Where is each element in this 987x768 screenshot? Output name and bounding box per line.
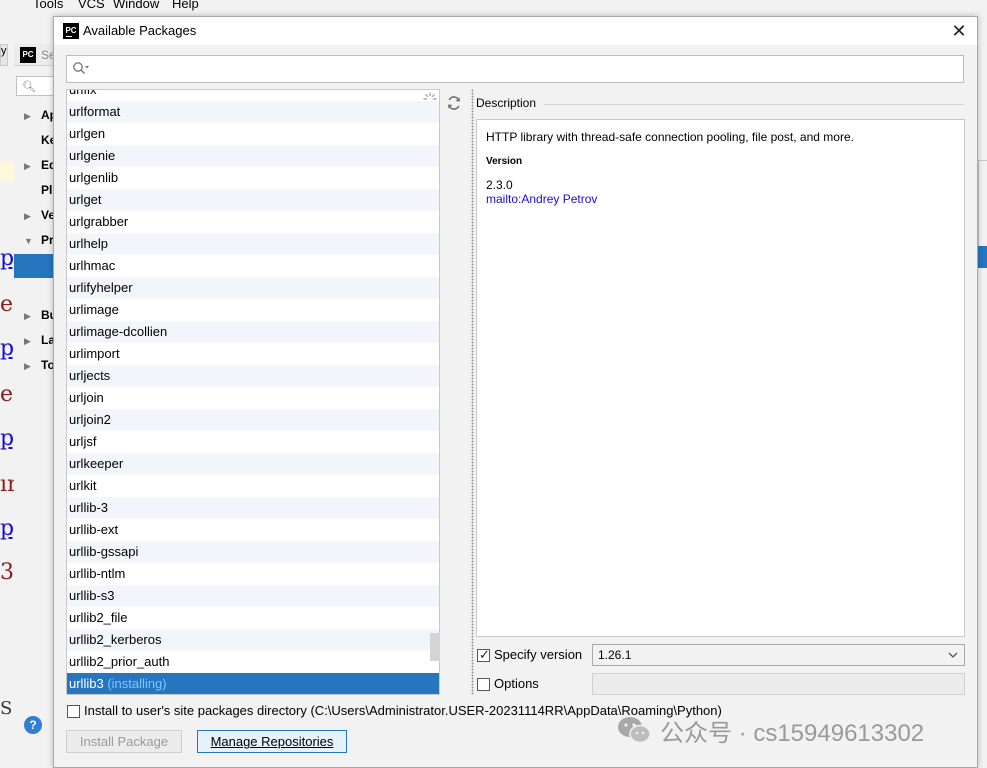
- editor-code-fragment: S: [0, 698, 13, 719]
- refresh-icon[interactable]: [446, 95, 462, 111]
- editor-code-fragment: e: [0, 292, 14, 317]
- version-heading: Version: [486, 156, 523, 167]
- author-link[interactable]: mailto:Andrey Petrov: [486, 192, 597, 206]
- editor-code-fragment: ır: [0, 472, 14, 497]
- options-label: Options: [494, 676, 539, 691]
- chevron-down-icon[interactable]: ▼: [24, 236, 33, 246]
- package-row[interactable]: urllib2_kerberos: [67, 629, 439, 651]
- description-separator: [544, 104, 964, 105]
- description-panel: HTTP library with thread-safe connection…: [476, 119, 965, 637]
- package-row[interactable]: urlimage-dcollien: [67, 321, 439, 343]
- package-row[interactable]: urllib-gssapi: [67, 541, 439, 563]
- list-toolbar: [442, 89, 470, 695]
- package-row-selected[interactable]: urllib3 (installing): [67, 673, 439, 694]
- menu-help[interactable]: Help: [172, 0, 199, 11]
- chevron-right-icon[interactable]: ▶: [24, 111, 31, 122]
- package-search-box: [66, 55, 964, 83]
- install-status: (installing): [107, 676, 167, 691]
- package-name: urllib3: [69, 676, 104, 691]
- help-icon[interactable]: ?: [24, 716, 42, 734]
- latest-version: 2.3.0: [486, 178, 513, 192]
- settings-tree-selection: [14, 254, 54, 278]
- package-row[interactable]: urllib-ext: [67, 519, 439, 541]
- package-row[interactable]: urlgrabber: [67, 211, 439, 233]
- install-package-button[interactable]: Install Package: [66, 730, 182, 753]
- package-row[interactable]: urllib-s3: [67, 585, 439, 607]
- package-row[interactable]: urlifyhelper: [67, 277, 439, 299]
- ide-menubar: Tools VCS Window Help: [0, 0, 987, 12]
- package-row[interactable]: urljsf: [67, 431, 439, 453]
- menu-window[interactable]: Window: [113, 0, 159, 11]
- package-row[interactable]: urlgen: [67, 123, 439, 145]
- menu-tools[interactable]: Tools: [33, 0, 63, 11]
- chevron-right-icon[interactable]: ▶: [24, 361, 31, 372]
- package-row[interactable]: urllib2_file: [67, 607, 439, 629]
- description-label: Description: [476, 96, 537, 110]
- package-row[interactable]: urlkeeper: [67, 453, 439, 475]
- package-row[interactable]: urlget: [67, 189, 439, 211]
- ide-editor-tab[interactable]: y: [0, 44, 8, 66]
- package-row[interactable]: urlfix: [67, 90, 439, 101]
- editor-code-fragment: en: [0, 382, 14, 407]
- editor-code-fragment: py: [0, 426, 14, 451]
- pycharm-logo-icon: PC: [20, 47, 36, 63]
- version-select[interactable]: 1.26.1: [592, 644, 965, 666]
- specify-version-checkbox[interactable]: ✓: [477, 647, 490, 662]
- manage-repositories-button[interactable]: Manage Repositories: [197, 730, 347, 753]
- watermark-text: 公众号 · cs15949613302: [660, 719, 925, 747]
- editor-code-fragment: py: [0, 246, 14, 271]
- editor-code-fragment: py: [0, 516, 14, 541]
- pycharm-logo-icon: PC: [63, 23, 79, 39]
- watermark: 公众号 · cs15949613302: [616, 713, 924, 747]
- package-row[interactable]: urljoin2: [67, 409, 439, 431]
- install-user-checkbox[interactable]: [67, 705, 80, 718]
- menu-vcs[interactable]: VCS: [78, 0, 105, 11]
- editor-code-fragment: py: [0, 336, 14, 361]
- options-checkbox[interactable]: [477, 678, 490, 691]
- editor-code-fragment: 3: [0, 560, 14, 585]
- package-description: HTTP library with thread-safe connection…: [486, 130, 854, 144]
- package-list[interactable]: urlfix urlformat urlgen urlgenie urlgenlib ur…: [66, 89, 440, 695]
- ide-right-edge: [978, 0, 987, 768]
- package-row[interactable]: urljects: [67, 365, 439, 387]
- selected-version: 1.26.1: [598, 648, 632, 662]
- splitter-handle[interactable]: [471, 89, 474, 695]
- chevron-right-icon[interactable]: ▶: [24, 161, 31, 172]
- chevron-right-icon[interactable]: ▶: [24, 211, 31, 222]
- options-input[interactable]: [592, 673, 965, 695]
- close-button[interactable]: ✕: [948, 20, 970, 42]
- checkmark-icon: ✓: [479, 647, 490, 662]
- ide-right-selection: [978, 246, 987, 268]
- package-row[interactable]: urllib-ntlm: [67, 563, 439, 585]
- package-row[interactable]: urllib-3: [67, 497, 439, 519]
- package-list-scrollbar[interactable]: [430, 89, 440, 695]
- package-row[interactable]: urlgenie: [67, 145, 439, 167]
- dialog-title: Available Packages: [83, 23, 197, 38]
- available-packages-dialog: PC Available Packages ✕ urlfix urlformat u…: [53, 16, 978, 768]
- chevron-right-icon[interactable]: ▶: [24, 336, 31, 347]
- scrollbar-thumb[interactable]: [430, 633, 440, 661]
- package-row[interactable]: urlimage: [67, 299, 439, 321]
- dialog-titlebar: PC Available Packages ✕: [54, 17, 977, 45]
- package-row[interactable]: urlformat: [67, 101, 439, 123]
- package-row[interactable]: urljoin: [67, 387, 439, 409]
- wechat-icon: [618, 717, 651, 744]
- chevron-right-icon[interactable]: ▶: [24, 311, 31, 322]
- specify-version-label: Specify version: [494, 647, 583, 662]
- package-row[interactable]: urlimport: [67, 343, 439, 365]
- manage-repositories-label: Manage Repositories: [210, 734, 334, 749]
- editor-highlight: [0, 162, 14, 182]
- package-row[interactable]: urllib2_prior_auth: [67, 651, 439, 673]
- package-row[interactable]: urlhelp: [67, 233, 439, 255]
- ide-right-panel: [978, 160, 987, 260]
- search-icon[interactable]: [72, 61, 90, 77]
- package-row[interactable]: urlgenlib: [67, 167, 439, 189]
- chevron-down-icon: [948, 652, 958, 658]
- search-icon: 🔍︎: [22, 81, 36, 93]
- package-row[interactable]: urlkit: [67, 475, 439, 497]
- package-search-input[interactable]: [93, 59, 953, 79]
- package-row[interactable]: urlhmac: [67, 255, 439, 277]
